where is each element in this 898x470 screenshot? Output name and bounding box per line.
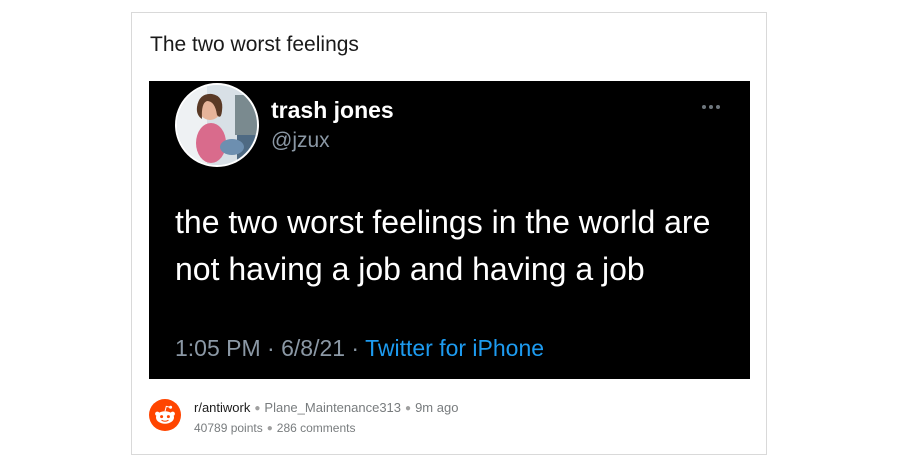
post-meta-primary: r/antiwork ● Plane_Maintenance313 ● 9m ago xyxy=(194,400,458,415)
post-meta-secondary: 40789 points ● 286 comments xyxy=(194,421,355,435)
tweet-time: 1:05 PM · 6/8/21 · xyxy=(175,335,366,361)
tweet-source: Twitter for iPhone xyxy=(365,335,545,361)
subreddit-link[interactable]: r/antiwork xyxy=(194,400,250,415)
tweet-author-handle: @jzux xyxy=(271,129,330,152)
post-title[interactable]: The two worst feelings xyxy=(150,33,359,57)
avatar xyxy=(175,83,259,167)
post-age: 9m ago xyxy=(415,400,459,415)
tweet-image[interactable]: trash jones @jzux the two worst feelings… xyxy=(149,81,750,379)
tweet-meta: 1:05 PM · 6/8/21 · Twitter for iPhone xyxy=(175,335,544,362)
reddit-logo-icon[interactable] xyxy=(149,399,181,431)
comments-link[interactable]: 286 comments xyxy=(277,421,356,435)
separator-dot: ● xyxy=(254,403,261,414)
tweet-text: the two worst feelings in the world are … xyxy=(175,204,711,287)
points-count: 40789 points xyxy=(194,421,263,435)
separator-dot: ● xyxy=(266,423,273,434)
separator-dot: ● xyxy=(405,403,412,414)
post-footer: r/antiwork ● Plane_Maintenance313 ● 9m ago 4… xyxy=(149,397,749,443)
more-horizontal-icon xyxy=(702,105,720,109)
post-card[interactable]: The two worst feelings trash jones @jzux… xyxy=(131,12,767,455)
author-link[interactable]: Plane_Maintenance313 xyxy=(264,400,401,415)
tweet-author-name: trash jones xyxy=(271,97,394,123)
